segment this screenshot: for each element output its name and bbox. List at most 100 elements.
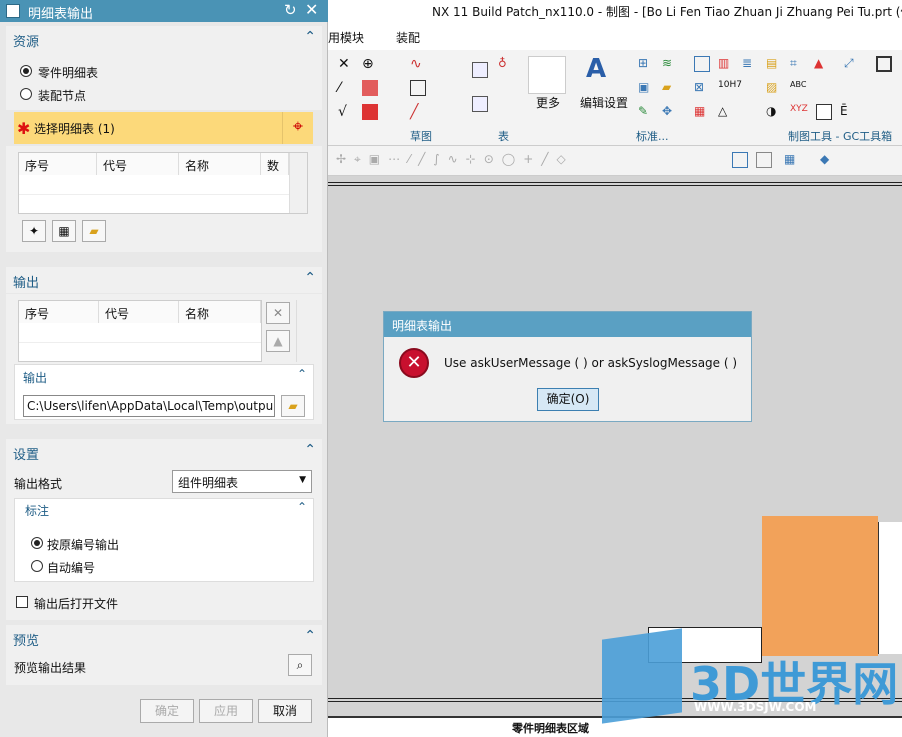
output-table[interactable]: 序号 代号 名称 (18, 300, 262, 362)
component-icon[interactable]: ▣ (638, 80, 654, 96)
frame-icon[interactable] (694, 56, 710, 72)
hole-table-icon[interactable]: ▨ (766, 80, 782, 96)
paint-icon[interactable] (362, 104, 378, 120)
edit-settings-icon[interactable]: A (586, 54, 606, 84)
rectangle-icon[interactable] (410, 80, 426, 96)
keep-number-radio[interactable] (31, 537, 43, 549)
collapse-caret-icon[interactable]: ⌃ (304, 628, 316, 644)
more-icon[interactable] (528, 56, 566, 94)
edit-settings-label[interactable]: 编辑设置 (580, 94, 628, 111)
preview-search-button[interactable]: ⌕ (288, 654, 312, 676)
view-icon[interactable] (732, 152, 748, 168)
select-details-row[interactable]: ✱ 选择明细表 (1) ⌖ (14, 112, 313, 144)
resource-scrollbar[interactable] (289, 153, 307, 213)
abc-icon[interactable]: ABC (790, 80, 806, 96)
collapse-caret-icon[interactable]: ⌃ (304, 442, 316, 458)
ok-button[interactable]: 确定 (140, 699, 194, 723)
xyz-icon[interactable]: XYZ (790, 104, 808, 120)
settings-section-header[interactable]: 设置 ⌃ (6, 439, 322, 465)
more-label[interactable]: 更多 (536, 94, 560, 111)
border-icon[interactable] (876, 56, 892, 72)
browse-folder-button[interactable]: ▰ (281, 395, 305, 417)
cut-icon[interactable]: ✕ (338, 56, 354, 72)
dialog-ok-button[interactable]: 确定(O) (537, 388, 599, 411)
render-icon[interactable]: ◆ (820, 152, 836, 168)
preview-section-header[interactable]: 预览 ⌃ (6, 625, 322, 651)
collapse-caret-icon[interactable]: ⌃ (304, 29, 316, 45)
triangle-icon[interactable]: △ (718, 104, 734, 120)
balloon-icon[interactable]: ♁ (498, 56, 514, 72)
resource-table[interactable]: 序号 代号 名称 数 (18, 152, 308, 214)
menu-item-app-modules[interactable]: 用模块 (328, 29, 364, 46)
error-dialog: 明细表输出 ✕ Use askUserMessage ( ) or askSys… (383, 311, 752, 422)
output-format-select[interactable]: 组件明细表 ▼ (172, 470, 312, 493)
open-after-export-label: 输出后打开文件 (34, 597, 119, 611)
text-icon[interactable]: Ē (840, 104, 856, 120)
circle-icon[interactable]: ◑ (766, 104, 782, 120)
output-section-header[interactable]: 输出 ⌃ (6, 267, 322, 293)
check-icon[interactable]: √ (338, 104, 354, 120)
tools-icon[interactable]: ✎ (638, 104, 654, 120)
datum-icon[interactable]: ⊞ (638, 56, 654, 72)
watermark-logo-icon (602, 628, 682, 724)
number-icon[interactable]: ⌗ (790, 56, 806, 72)
menu-bar: 用模块 装配 (328, 22, 902, 50)
table-settings-button[interactable]: ▦ (52, 220, 76, 242)
hatch-icon[interactable] (362, 80, 378, 96)
apply-button[interactable]: 应用 (199, 699, 253, 723)
resource-section-header[interactable]: 资源 ⌃ (6, 26, 322, 52)
collapse-caret-icon[interactable]: ⌃ (297, 367, 307, 381)
border-line (328, 182, 902, 186)
crosshair-select-icon[interactable]: ⌖ (282, 112, 313, 144)
move-up-icon[interactable]: ▲ (266, 330, 290, 352)
coordinate-icon[interactable]: ⤢ (844, 56, 860, 72)
output-path-header: 输出 (23, 371, 48, 385)
table-row[interactable] (19, 175, 289, 195)
command-toolbar: ✢⌖▣⋯⁄╱∫∿⊹⊙◯+╱◇ ▦ ◆ (328, 146, 902, 176)
highlighted-parts-list[interactable] (762, 516, 878, 656)
tolerance-icon[interactable]: 10H7 (718, 80, 742, 96)
output-format-label: 输出格式 (14, 477, 63, 491)
col-header: 名称 (179, 153, 261, 175)
close-icon[interactable]: ✕ (305, 0, 318, 19)
auto-balloon-icon[interactable]: ▲ (814, 56, 830, 72)
open-after-export-checkbox[interactable] (16, 596, 28, 608)
grid-icon[interactable]: ▦ (694, 104, 710, 120)
table-row[interactable] (19, 323, 261, 343)
parts-list-icon[interactable] (472, 96, 488, 112)
line-icon[interactable]: ⁄ (338, 80, 354, 96)
layers-icon[interactable]: ≋ (662, 56, 678, 72)
add-filter-button[interactable]: ✦ (22, 220, 46, 242)
notes-icon[interactable]: ≣ (742, 56, 758, 72)
drawing-canvas[interactable] (328, 176, 902, 716)
output-area: 序号 代号 名称 ✕ ▲ 输出 ⌃ C:\Users\lifen\AppData… (6, 294, 322, 424)
preview-icon[interactable] (756, 152, 772, 168)
layout-icon[interactable]: ▦ (784, 152, 800, 168)
wrench-icon[interactable]: ✥ (662, 104, 678, 120)
auto-number-radio[interactable] (31, 560, 43, 572)
assembly-node-radio[interactable] (20, 88, 32, 100)
collapse-caret-icon[interactable]: ⌃ (304, 270, 316, 286)
dimension-icon[interactable]: ⊠ (694, 80, 710, 96)
collapse-caret-icon[interactable]: ⌃ (297, 500, 307, 514)
sketch-curve-icon[interactable]: ∿ (410, 56, 426, 72)
reset-icon[interactable]: ↻ (284, 1, 297, 19)
output-path-input[interactable]: C:\Users\lifen\AppData\Local\Temp\outpu (23, 395, 275, 417)
open-folder-button[interactable]: ▰ (82, 220, 106, 242)
sketch-line-icon[interactable]: ╱ (410, 104, 426, 120)
annotation-group: 标注 ⌃ 按原编号输出 自动编号 (14, 498, 314, 582)
cancel-button[interactable]: 取消 (258, 699, 312, 723)
blank-sheet-icon[interactable] (816, 104, 832, 120)
sketch-group-label: 草图 (410, 130, 432, 143)
target-icon[interactable]: ⊕ (362, 56, 378, 72)
part-list-radio[interactable] (20, 65, 32, 77)
bom-icon[interactable]: ▤ (766, 56, 782, 72)
tag-icon[interactable]: ▰ (662, 80, 678, 96)
snap-tools-icons[interactable]: ✢⌖▣⋯⁄╱∫∿⊹⊙◯+╱◇ (336, 152, 574, 167)
status-text: 零件明细表区域 (512, 722, 589, 735)
table-grid-icon[interactable] (472, 62, 488, 78)
remove-icon[interactable]: ✕ (266, 302, 290, 324)
menu-item-assembly[interactable]: 装配 (396, 29, 420, 46)
title-block-icon[interactable]: ▥ (718, 56, 734, 72)
output-scrollbar[interactable] (296, 300, 312, 362)
